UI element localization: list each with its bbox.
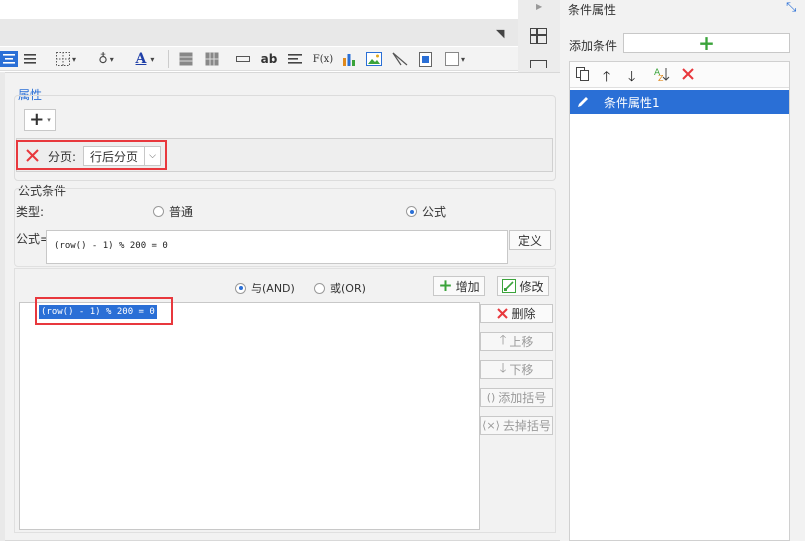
diagonal-line-icon[interactable] <box>390 51 410 67</box>
formula-input[interactable]: (row() - 1) % 200 = 0 <box>46 230 508 264</box>
arrow-down-icon[interactable]: 🡓 <box>628 66 635 90</box>
header-gray-band <box>0 19 518 46</box>
formula-fx-icon[interactable]: F(x) <box>312 51 334 67</box>
type-label: 类型: <box>16 205 45 219</box>
fill-color-icon[interactable]: ♁ ▾ <box>92 51 120 67</box>
toolbar-separator <box>168 50 169 68</box>
modify-condition-button[interactable]: 修改 <box>497 276 549 296</box>
field-icon[interactable] <box>234 51 252 67</box>
text-ab-icon[interactable]: ab <box>260 51 278 67</box>
pencil-icon <box>578 97 588 107</box>
freeze-pane-icon-2[interactable] <box>530 60 547 68</box>
condition-item-highlight <box>35 297 173 325</box>
formula-label: 公式= <box>16 232 51 246</box>
remove-bracket-icon: ⟨×⟩ <box>482 419 500 432</box>
dialog-bottom-strip <box>0 72 5 541</box>
insert-column-icon[interactable] <box>204 51 220 67</box>
logic-or-radio[interactable]: 或(OR) <box>314 280 366 296</box>
delete-icon[interactable] <box>682 68 694 83</box>
header-bar <box>0 0 518 19</box>
align-justify-icon[interactable] <box>22 51 38 67</box>
plus-icon: + <box>29 109 45 130</box>
close-icon <box>25 148 39 162</box>
copy-icon[interactable] <box>576 67 590 85</box>
add-condition-button[interactable]: + 增加 <box>433 276 485 296</box>
plus-icon: + <box>698 31 715 55</box>
sort-icon[interactable]: AZ <box>654 66 670 85</box>
add-property-button[interactable]: + ▾ <box>24 109 56 131</box>
arrow-up-icon[interactable]: 🡑 <box>603 66 610 90</box>
bracket-icon: () <box>486 391 496 404</box>
image-icon[interactable] <box>364 51 384 67</box>
right-panel-title: 条件属性 <box>568 3 617 17</box>
freeze-pane-icon[interactable] <box>530 28 547 44</box>
align-center-icon[interactable] <box>0 51 18 67</box>
font-color-icon[interactable]: A ▾ <box>130 51 160 67</box>
list-item[interactable]: 条件属性1 <box>570 90 789 114</box>
collapse-arrow-icon[interactable]: ▶ <box>536 2 542 11</box>
chevron-down-icon: ⌵ <box>144 147 160 165</box>
type-formula-radio[interactable]: 公式 <box>406 203 446 220</box>
move-up-button[interactable]: 🡑 上移 <box>480 332 553 351</box>
pin-icon[interactable]: ◥ <box>496 27 504 40</box>
delete-button[interactable]: 删除 <box>480 304 553 323</box>
edit-icon <box>502 279 517 293</box>
define-button[interactable]: 定义 <box>509 230 551 250</box>
insert-row-icon[interactable] <box>178 51 194 67</box>
add-condition-attr-button[interactable]: + <box>623 33 790 53</box>
more-icon[interactable]: ▾ <box>442 51 468 67</box>
chevron-down-icon: ▾ <box>47 116 51 124</box>
page-break-label: 分页: <box>48 150 77 164</box>
chart-icon[interactable] <box>340 51 358 67</box>
close-icon <box>497 308 509 319</box>
border-icon[interactable]: ▾ <box>52 51 80 67</box>
type-normal-radio[interactable]: 普通 <box>153 203 193 220</box>
expand-icon[interactable]: ⤡ <box>786 0 796 15</box>
text-lines-icon[interactable] <box>286 51 304 67</box>
remove-bracket-button[interactable]: ⟨×⟩ 去掉括号 <box>480 416 553 435</box>
add-condition-label: 添加条件 <box>569 39 618 53</box>
add-bracket-button[interactable]: () 添加括号 <box>480 388 553 407</box>
page-break-select[interactable]: 行后分页 ⌵ <box>83 146 161 166</box>
remove-page-break-button[interactable] <box>24 147 40 163</box>
plus-icon: + <box>438 275 453 296</box>
sub-report-icon[interactable] <box>416 51 434 67</box>
condition-list-panel <box>569 61 790 541</box>
move-down-button[interactable]: 🡓 下移 <box>480 360 553 379</box>
arrow-down-icon: 🡓 <box>499 360 507 376</box>
arrow-up-icon: 🡑 <box>499 332 507 348</box>
condition-list <box>19 302 480 530</box>
svg-text:Z: Z <box>658 74 664 82</box>
logic-and-radio[interactable]: 与(AND) <box>235 280 295 296</box>
